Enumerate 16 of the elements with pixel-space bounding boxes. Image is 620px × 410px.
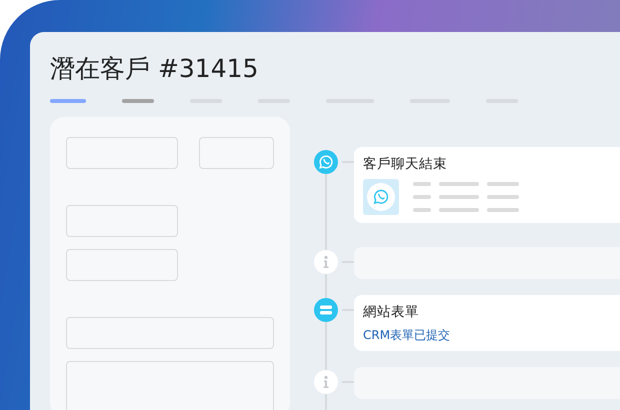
- info-icon: [314, 250, 338, 274]
- page-title: 潛在客戶 #31415: [50, 53, 260, 85]
- input-field[interactable]: [66, 317, 274, 349]
- event-title: 客戶聊天結束: [363, 155, 448, 173]
- chat-icon: [314, 150, 338, 174]
- input-field[interactable]: [199, 137, 274, 169]
- input-field[interactable]: [66, 249, 178, 281]
- input-field[interactable]: [66, 137, 178, 169]
- event-link[interactable]: CRM表單已提交: [363, 327, 620, 343]
- event-title: 網站表單: [363, 303, 420, 321]
- tab[interactable]: [122, 99, 154, 103]
- form-icon: [314, 298, 338, 322]
- tab[interactable]: [50, 99, 86, 103]
- input-field[interactable]: [66, 205, 178, 237]
- info-icon: [314, 370, 338, 394]
- chat-thumbnail: [363, 179, 399, 215]
